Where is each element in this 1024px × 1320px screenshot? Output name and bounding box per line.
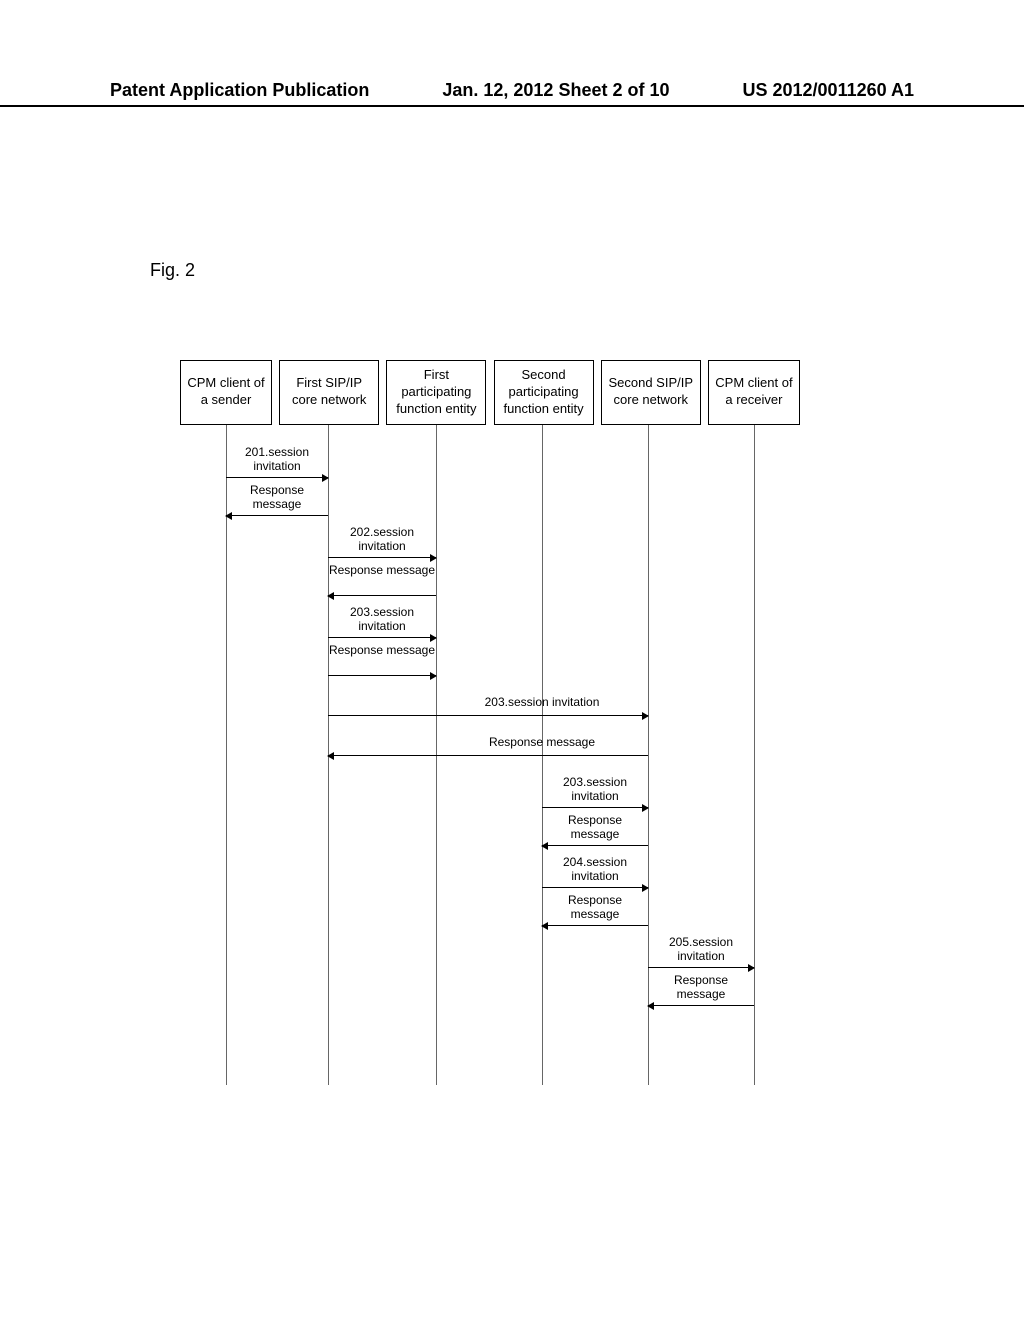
arrow-204-response: [542, 925, 648, 926]
arrow-202-response: [328, 595, 436, 596]
arrow-203a-response: [328, 675, 436, 676]
actor-first-sipip: First SIP/IP core network: [279, 360, 379, 425]
page-header: Patent Application Publication Jan. 12, …: [0, 80, 1024, 107]
msg-203e-response: Response message: [542, 813, 648, 842]
lifeline-1: [226, 425, 227, 1085]
msg-202-invitation: 202.session invitation: [328, 525, 436, 554]
arrow-203e-response: [542, 845, 648, 846]
actor-cpm-sender: CPM client of a sender: [180, 360, 272, 425]
sequence-diagram: CPM client of a sender First SIP/IP core…: [180, 360, 800, 1085]
msg-202-response: Response message: [328, 563, 436, 577]
arrow-201-response: [226, 515, 328, 516]
actor-second-participating: Second participating function entity: [494, 360, 594, 425]
arrow-205-response: [648, 1005, 754, 1006]
header-center: Jan. 12, 2012 Sheet 2 of 10: [442, 80, 669, 101]
figure-label: Fig. 2: [150, 260, 195, 281]
msg-203c-invitation: 203.session invitation: [436, 695, 648, 709]
actor-first-participating: First participating function entity: [386, 360, 486, 425]
arrow-203e-invitation: [542, 807, 648, 808]
arrow-203a-invitation: [328, 637, 436, 638]
actor-row: CPM client of a sender First SIP/IP core…: [180, 360, 800, 425]
actor-second-sipip: Second SIP/IP core network: [601, 360, 701, 425]
header-right: US 2012/0011260 A1: [743, 80, 914, 101]
msg-204-invitation: 204.session invitation: [542, 855, 648, 884]
msg-204-response: Response message: [542, 893, 648, 922]
msg-203a-invitation: 203.session invitation: [328, 605, 436, 634]
arrow-203c-response: [328, 755, 648, 756]
msg-201-invitation: 201.session invitation: [226, 445, 328, 474]
arrow-204-invitation: [542, 887, 648, 888]
actor-cpm-receiver: CPM client of a receiver: [708, 360, 800, 425]
msg-203c-response: Response message: [436, 735, 648, 749]
msg-205-response: Response message: [648, 973, 754, 1002]
arrow-205-invitation: [648, 967, 754, 968]
msg-205-invitation: 205.session invitation: [648, 935, 754, 964]
msg-203e-invitation: 203.session invitation: [542, 775, 648, 804]
arrow-201-invitation: [226, 477, 328, 478]
arrow-202-invitation: [328, 557, 436, 558]
lifelines: 201.session invitation Response message …: [180, 425, 800, 1085]
msg-201-response: Response message: [226, 483, 328, 512]
header-left: Patent Application Publication: [110, 80, 369, 101]
arrow-203c-invitation: [328, 715, 648, 716]
msg-203a-response: Response message: [328, 643, 436, 657]
lifeline-6: [754, 425, 755, 1085]
